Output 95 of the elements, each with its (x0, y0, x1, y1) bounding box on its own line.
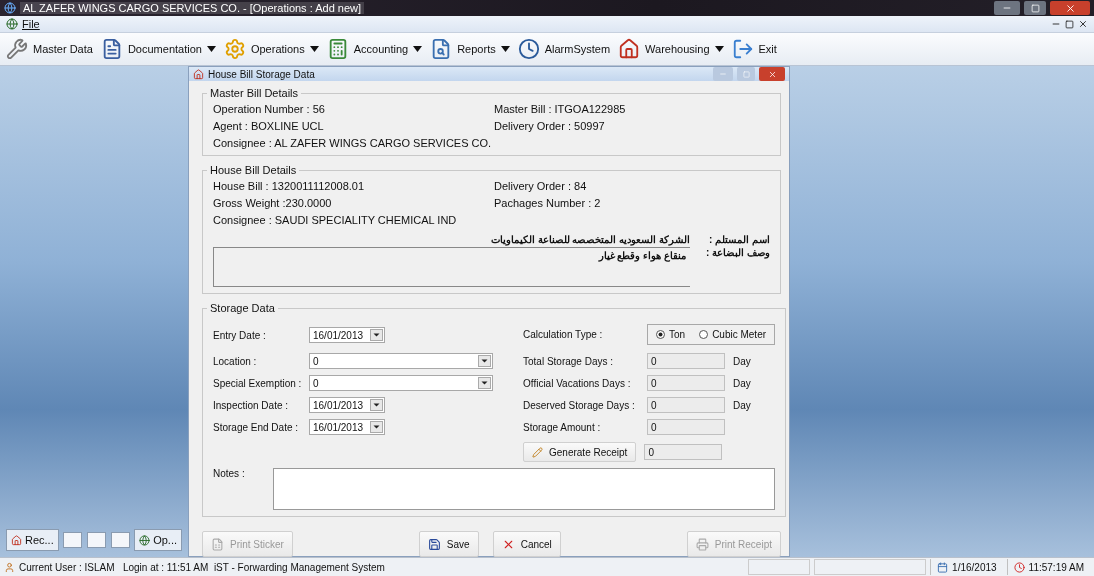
radio-icon[interactable] (656, 329, 665, 339)
notes-field[interactable] (273, 468, 776, 510)
status-text: Current User : ISLAM Login at : 11:51 AM iST - Forwarding Management System (19, 561, 385, 573)
info-text: Pachages Number : 2 (494, 197, 601, 209)
info-text: House Bill : 1320011112008.01 (213, 180, 365, 192)
house-icon (193, 68, 204, 80)
input-field[interactable]: 0 (647, 375, 725, 391)
group-title: Master Bill Details (209, 87, 300, 99)
combo-box[interactable]: 0 (309, 353, 493, 369)
field-label: Location : (213, 355, 258, 367)
calendar-icon (937, 561, 949, 573)
exit-icon (731, 38, 754, 60)
push-button[interactable]: Save (418, 531, 479, 557)
minimize-button[interactable] (994, 1, 1020, 15)
info-text: Delivery Order : 84 (494, 180, 587, 192)
menu-item[interactable]: File (22, 18, 40, 30)
house-icon (618, 38, 641, 60)
date-picker[interactable]: 16/01/2013 (309, 397, 385, 413)
group-title: Storage Data (209, 302, 276, 314)
info-text: Operation Number : 56 (213, 103, 325, 115)
toolbar-button[interactable]: Warehousing (618, 38, 724, 60)
status-panel (748, 559, 811, 575)
maximize-icon (1030, 3, 1040, 13)
field-label: Official Vacations Days : (523, 377, 632, 389)
restore-icon[interactable] (1065, 19, 1074, 29)
maximize-button[interactable] (1024, 1, 1046, 15)
info-text: Consignee : SAUDI SPECIALITY CHEMICAL IND (213, 214, 457, 226)
minimized-window[interactable]: Rec... (6, 529, 59, 551)
close-icon (1064, 2, 1076, 14)
save-icon (427, 537, 441, 551)
toolbar-button[interactable]: Operations (223, 38, 319, 60)
sheet-icon (211, 537, 224, 551)
field-label: Storage End Date : (213, 421, 300, 433)
toolbar-button[interactable]: AlarmSystem (517, 38, 611, 60)
globe-icon (6, 18, 18, 30)
globe-icon (139, 534, 151, 546)
field-label: Notes : (213, 468, 246, 481)
toolbar-button[interactable]: Accounting (326, 38, 423, 60)
toolbar-button[interactable]: Exit (731, 38, 777, 60)
clock-icon (1013, 561, 1025, 573)
date-picker[interactable]: 16/01/2013 (309, 327, 385, 343)
close-icon (767, 69, 777, 79)
arabic-label: وصف البضاعة : (705, 247, 770, 261)
maximize-icon (742, 70, 750, 78)
arabic-label: اسم المستلم : (708, 234, 770, 245)
input-field[interactable]: 0 (647, 419, 725, 435)
minimized-window[interactable]: Op... (134, 529, 182, 551)
house-icon (11, 534, 22, 546)
date-picker[interactable]: 16/01/2013 (309, 419, 385, 435)
info-text: Gross Weight :230.0000 (213, 197, 332, 209)
wrench-icon (6, 38, 28, 60)
group-title: House Bill Details (209, 164, 298, 176)
info-text: Consignee : AL ZAFER WINGS CARGO SERVICES CO. (213, 137, 492, 149)
input-field[interactable]: 0 (647, 353, 725, 369)
pencil-icon (532, 446, 543, 458)
push-button[interactable]: Cancel (492, 531, 561, 557)
info-text: Delivery Order : 50997 (494, 120, 605, 132)
restore-button[interactable] (62, 532, 82, 548)
generate-receipt-button[interactable]: Generate Receipt (523, 442, 637, 462)
input-field[interactable]: 0 (647, 397, 725, 413)
close-button[interactable] (111, 532, 131, 548)
field-label: Deserved Storage Days : (523, 399, 636, 411)
info-text: Master Bill : ITGOA122985 (494, 103, 626, 115)
field-label: Total Storage Days : (523, 355, 615, 367)
window-title: AL ZAFER WINGS CARGO SERVICES CO. - [Operations : Add new] (20, 2, 365, 14)
user-icon (4, 561, 15, 573)
printer-icon (695, 537, 709, 551)
field-label: Entry Date : (213, 329, 267, 341)
status-time: 11:57:19 AM (1006, 559, 1090, 575)
radio-option[interactable]: Ton (656, 328, 686, 340)
arabic-value: منقاع هواء وقطع غيار (598, 250, 686, 264)
unit-label: Day (733, 355, 751, 367)
toolbar-button[interactable]: Master Data (6, 38, 93, 60)
combo-box[interactable]: 0 (309, 375, 493, 391)
dialog-title: House Bill Storage Data (208, 68, 315, 80)
status-date: 1/16/2013 (930, 559, 1003, 575)
app-icon (4, 2, 16, 14)
gear-icon (223, 38, 246, 60)
arabic-value: الشركة السعوديه المتخصصه للصناعة الكيماويات (490, 234, 690, 245)
field-label: Special Exemption : (213, 377, 303, 389)
unit-label: Day (733, 399, 751, 411)
radio-option[interactable]: Cubic Meter (699, 328, 767, 340)
maximize-button[interactable] (86, 532, 106, 548)
input-field[interactable]: 0 (644, 444, 723, 460)
clock-icon (517, 38, 540, 60)
field-label: Storage Amount : (523, 421, 602, 433)
close-icon[interactable] (1078, 19, 1088, 29)
close-button[interactable] (759, 67, 785, 81)
radio-icon[interactable] (699, 329, 709, 339)
field-label: Calculation Type : (523, 328, 604, 340)
toolbar-button[interactable]: Reports (430, 38, 510, 60)
field-label: Inspection Date : (213, 399, 290, 411)
toolbar-button[interactable]: Documentation (100, 38, 216, 60)
info-text: Agent : BOXLINE UCL (213, 120, 324, 132)
unit-label: Day (733, 377, 751, 389)
